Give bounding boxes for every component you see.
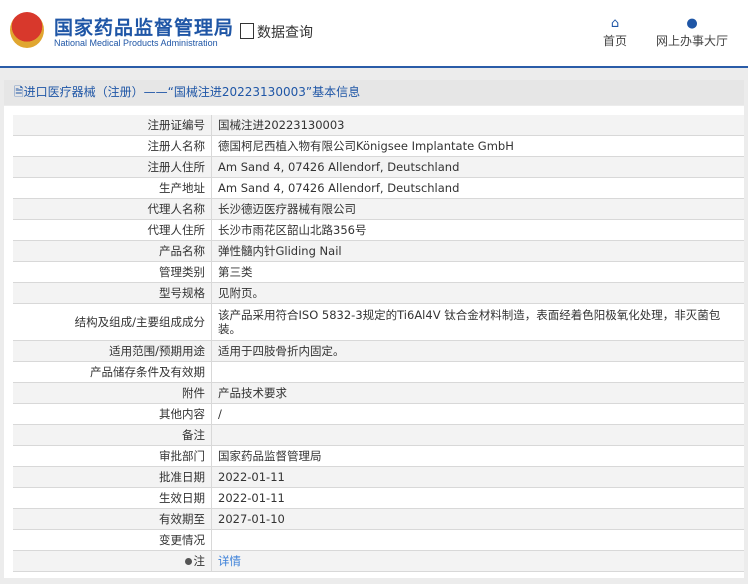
field-value: 德国柯尼西植入物有限公司Königsee Implantate GmbH (211, 135, 744, 157)
table-row: 其他内容 / (13, 403, 744, 425)
field-value: 长沙市雨花区韶山北路356号 (211, 219, 744, 241)
field-value: 该产品采用符合ISO 5832-3规定的Ti6Al4V 钛合金材料制造，表面经着… (211, 303, 744, 341)
field-value (211, 361, 744, 383)
field-label: 代理人住所 (13, 219, 212, 241)
home-icon: ⌂ (610, 16, 620, 31)
field-value: 见附页。 (211, 282, 744, 304)
brand-name-en: National Medical Products Administration (54, 38, 218, 48)
field-value: Am Sand 4, 07426 Allendorf, Deutschland (211, 177, 744, 199)
nav-online-hall[interactable]: ● 网上办事大厅 (656, 16, 728, 49)
table-row: 变更情况 (13, 529, 744, 551)
data-query-link[interactable]: 数据查询 (240, 22, 313, 42)
field-label: 附件 (13, 382, 212, 404)
table-row: 注册人住所 Am Sand 4, 07426 Allendorf, Deutsch… (13, 156, 744, 178)
field-label: 产品储存条件及有效期 (13, 361, 212, 383)
detail-table: 注册证编号 国械注进20223130003 注册人名称 德国柯尼西植入物有限公司Kön… (13, 115, 744, 572)
field-value: 长沙德迈医疗器械有限公司 (211, 198, 744, 220)
table-row: 附件 产品技术要求 (13, 382, 744, 404)
table-row: 生产地址 Am Sand 4, 07426 Allendorf, Deutschl… (13, 177, 744, 199)
table-row: 产品名称 弹性髓内针Gliding Nail (13, 240, 744, 262)
field-value: 详情 (211, 550, 744, 572)
field-label: 审批部门 (13, 445, 212, 467)
table-row: 代理人住所 长沙市雨花区韶山北路356号 (13, 219, 744, 241)
field-label: 注 (13, 550, 212, 572)
nav-online-hall-label: 网上办事大厅 (656, 34, 729, 48)
field-label: 代理人名称 (13, 198, 212, 220)
document-search-icon (240, 23, 254, 39)
nav-home-label: 首页 (603, 34, 628, 48)
field-label: 结构及组成/主要组成成分 (13, 303, 212, 341)
field-label: 适用范围/预期用途 (13, 340, 212, 362)
details-link[interactable]: 详情 (218, 554, 241, 568)
detail-panel: 注册证编号 国械注进20223130003 注册人名称 德国柯尼西植入物有限公司Kön… (4, 106, 744, 578)
page-title: 🗎进口医疗器械（注册）——“国械注进20223130003”基本信息 (4, 80, 744, 105)
table-row: 注册人名称 德国柯尼西植入物有限公司Königsee Implantate Gmb… (13, 135, 744, 157)
field-label: 其他内容 (13, 403, 212, 425)
table-row: 管理类别 第三类 (13, 261, 744, 283)
field-value: 2022-01-11 (211, 466, 744, 488)
field-label: 注册证编号 (13, 115, 212, 136)
table-row: 备注 (13, 424, 744, 446)
note-label: 注 (193, 554, 206, 568)
field-value: / (211, 403, 744, 425)
field-label: 管理类别 (13, 261, 212, 283)
field-value: 弹性髓内针Gliding Nail (211, 240, 744, 262)
table-row: 有效期至 2027-01-10 (13, 508, 744, 530)
nav-home[interactable]: ⌂ 首页 (603, 16, 627, 49)
field-label: 产品名称 (13, 240, 212, 262)
field-label: 型号规格 (13, 282, 212, 304)
page-title-text: 进口医疗器械（注册）——“国械注进20223130003”基本信息 (23, 85, 361, 99)
data-query-label: 数据查询 (257, 25, 313, 41)
user-icon: ● (686, 16, 698, 31)
field-value: 适用于四肢骨折内固定。 (211, 340, 744, 362)
field-label: 备注 (13, 424, 212, 446)
field-value: Am Sand 4, 07426 Allendorf, Deutschland (211, 156, 744, 178)
national-emblem-logo (10, 12, 44, 48)
table-row: 结构及组成/主要组成成分 该产品采用符合ISO 5832-3规定的Ti6Al4V … (13, 303, 744, 341)
field-label: 有效期至 (13, 508, 212, 530)
table-row: 产品储存条件及有效期 (13, 361, 744, 383)
field-label: 变更情况 (13, 529, 212, 551)
site-header: 国家药品监督管理局 National Medical Products Admi… (0, 0, 748, 68)
table-row: 审批部门 国家药品监督管理局 (13, 445, 744, 467)
pin-icon (184, 558, 192, 565)
table-row: 适用范围/预期用途 适用于四肢骨折内固定。 (13, 340, 744, 362)
table-row: 型号规格 见附页。 (13, 282, 744, 304)
field-value: 第三类 (211, 261, 744, 283)
table-row: 批准日期 2022-01-11 (13, 466, 744, 488)
field-label: 生产地址 (13, 177, 212, 199)
field-label: 批准日期 (13, 466, 212, 488)
field-label: 注册人住所 (13, 156, 212, 178)
field-value (211, 424, 744, 446)
field-value: 产品技术要求 (211, 382, 744, 404)
table-row: 注详情 (13, 550, 744, 572)
field-label: 生效日期 (13, 487, 212, 509)
table-row: 生效日期 2022-01-11 (13, 487, 744, 509)
table-row: 注册证编号 国械注进20223130003 (13, 115, 744, 136)
field-value: 2027-01-10 (211, 508, 744, 530)
field-value (211, 529, 744, 551)
field-value: 2022-01-11 (211, 487, 744, 509)
field-value: 国械注进20223130003 (211, 115, 744, 136)
field-value: 国家药品监督管理局 (211, 445, 744, 467)
field-label: 注册人名称 (13, 135, 212, 157)
table-row: 代理人名称 长沙德迈医疗器械有限公司 (13, 198, 744, 220)
brand-name[interactable]: 国家药品监督管理局 (54, 13, 234, 40)
